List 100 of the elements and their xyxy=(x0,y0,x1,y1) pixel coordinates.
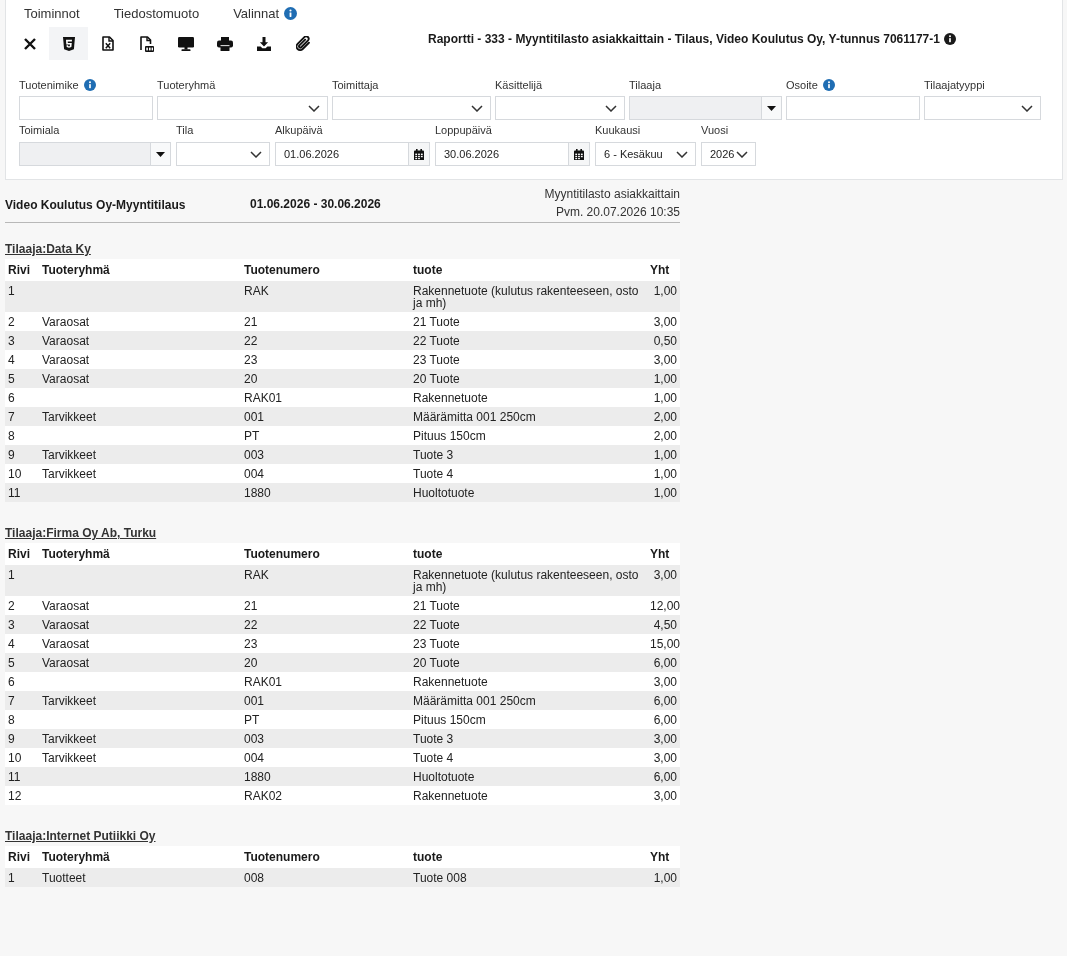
chevron-down-icon xyxy=(736,150,748,158)
chevron-down-icon xyxy=(250,150,262,158)
select-field[interactable] xyxy=(157,96,328,120)
table-cell: 20 Tuote xyxy=(410,369,647,388)
column-header: Tuotenumero xyxy=(241,259,410,281)
table-cell: 6,00 xyxy=(647,767,680,786)
table-cell: 2,00 xyxy=(647,407,680,426)
date-field[interactable]: 30.06.2026 xyxy=(435,142,569,166)
caret-down-icon xyxy=(156,151,165,157)
table-cell: 1,00 xyxy=(647,483,680,502)
table-cell: RAK01 xyxy=(241,672,410,691)
menu-item[interactable]: Tiedostomuoto xyxy=(96,0,217,27)
chevron-down-icon xyxy=(308,104,320,112)
table-cell: 21 xyxy=(241,312,410,331)
table-cell: 1 xyxy=(5,281,39,312)
calendar-button[interactable] xyxy=(569,142,590,166)
table-cell: Pituus 150cm xyxy=(410,710,647,729)
field-label: Kuukausi xyxy=(595,123,641,137)
report-title: Raportti - 333 - Myyntitilasto asiakkaittain - Tilaus, Video Koulutus Oy, Y-tunnus 7061177-1 xyxy=(428,31,940,47)
menu-item[interactable]: Toiminnot xyxy=(7,0,97,27)
html5-icon xyxy=(62,36,75,51)
column-header: Tuotenumero xyxy=(241,846,410,868)
column-header: Tuoteryhmä xyxy=(39,846,241,868)
table-cell: 1 xyxy=(5,565,39,596)
chevron-down-icon xyxy=(676,150,688,158)
field-label: Toimiala xyxy=(19,123,60,137)
calendar-icon xyxy=(574,148,584,160)
table-cell: 6,00 xyxy=(647,710,680,729)
table-cell: RAK01 xyxy=(241,388,410,407)
table-cell: 2,00 xyxy=(647,426,680,445)
table-cell: Tarvikkeet xyxy=(39,407,241,426)
table-cell: 3,00 xyxy=(647,729,680,748)
print-date: Pvm. 20.07.2026 10:35 xyxy=(555,204,680,221)
field-label: Tilaajatyyppi xyxy=(924,78,985,92)
table-cell: 21 Tuote xyxy=(410,312,647,331)
monitor-icon xyxy=(177,36,194,51)
menu-item[interactable]: Valinnat xyxy=(216,0,315,27)
customer-heading: Tilaaja:Firma Oy Ab, Turku xyxy=(5,526,157,540)
field-label: Käsittelijä xyxy=(495,78,543,92)
chevron-down-icon xyxy=(1021,104,1033,112)
table-cell: 23 xyxy=(241,350,410,369)
select-field[interactable]: 6 - Kesäkuu xyxy=(595,142,696,166)
table-cell: Tuote 4 xyxy=(410,464,647,483)
table-cell: 2 xyxy=(5,596,39,615)
close-icon xyxy=(22,36,37,51)
field-label: Vuosi xyxy=(701,123,729,137)
dropdown-button[interactable] xyxy=(151,142,171,166)
table-cell: 1 xyxy=(5,868,39,887)
html-button[interactable] xyxy=(49,27,88,60)
column-header: Rivi xyxy=(5,259,39,281)
table-cell: Tarvikkeet xyxy=(39,464,241,483)
field-label: Toimittaja xyxy=(332,78,379,92)
select-field[interactable] xyxy=(495,96,625,120)
table-cell: 10 xyxy=(5,464,39,483)
calendar-button[interactable] xyxy=(409,142,430,166)
table-cell: 20 Tuote xyxy=(410,653,647,672)
table-cell: Tuote 3 xyxy=(410,729,647,748)
table-cell: 21 xyxy=(241,596,410,615)
column-header: Tuotenumero xyxy=(241,543,410,565)
table-cell: 3 xyxy=(5,331,39,350)
field-label: Alkupäivä xyxy=(275,123,323,137)
table-cell: Rakennetuote (kulutus rakenteeseen, osto ja mh) xyxy=(410,565,647,596)
column-header: Tuoteryhmä xyxy=(39,543,241,565)
table-cell: 8 xyxy=(5,426,39,445)
table-cell: RAK xyxy=(241,565,410,596)
table-cell: 10 xyxy=(5,748,39,767)
text-field[interactable] xyxy=(786,96,920,120)
table-cell: 3,00 xyxy=(647,350,680,369)
table-cell: 6 xyxy=(5,388,39,407)
table-cell: 3,00 xyxy=(647,786,680,805)
table-cell: 4 xyxy=(5,634,39,653)
select-field[interactable] xyxy=(924,96,1041,120)
table-cell: Rakennetuote (kulutus rakenteeseen, osto ja mh) xyxy=(410,281,647,312)
table-cell: Määrämitta 001 250cm xyxy=(410,407,647,426)
select-field[interactable] xyxy=(332,96,491,120)
date-field[interactable]: 01.06.2026 xyxy=(275,142,409,166)
dropdown-button[interactable] xyxy=(762,96,782,120)
table-cell: Varaosat xyxy=(39,615,241,634)
table-cell: 5 xyxy=(5,653,39,672)
table-cell: 1,00 xyxy=(647,868,680,887)
table-cell: 21 Tuote xyxy=(410,596,647,615)
table-cell: 22 Tuote xyxy=(410,615,647,634)
table-cell: 3,00 xyxy=(647,748,680,767)
table-cell: Tarvikkeet xyxy=(39,445,241,464)
table-cell: 4,50 xyxy=(647,615,680,634)
table-cell: 20 xyxy=(241,653,410,672)
column-header: Tuoteryhmä xyxy=(39,259,241,281)
table-cell: 1,00 xyxy=(647,369,680,388)
select-field[interactable]: 2026 xyxy=(701,142,756,166)
report-company: Video Koulutus Oy-Myyntitilaus xyxy=(5,197,186,212)
table-cell: 6,00 xyxy=(647,691,680,710)
table-cell: 1,00 xyxy=(647,464,680,483)
customer-heading: Tilaaja:Data Ky xyxy=(5,242,91,256)
table-cell: Tuote 4 xyxy=(410,748,647,767)
text-field[interactable] xyxy=(19,96,153,120)
table-cell: 22 xyxy=(241,331,410,350)
table-cell: Pituus 150cm xyxy=(410,426,647,445)
select-field[interactable] xyxy=(176,142,270,166)
table-cell: Tuotteet xyxy=(39,868,241,887)
table-cell: 1880 xyxy=(241,483,410,502)
